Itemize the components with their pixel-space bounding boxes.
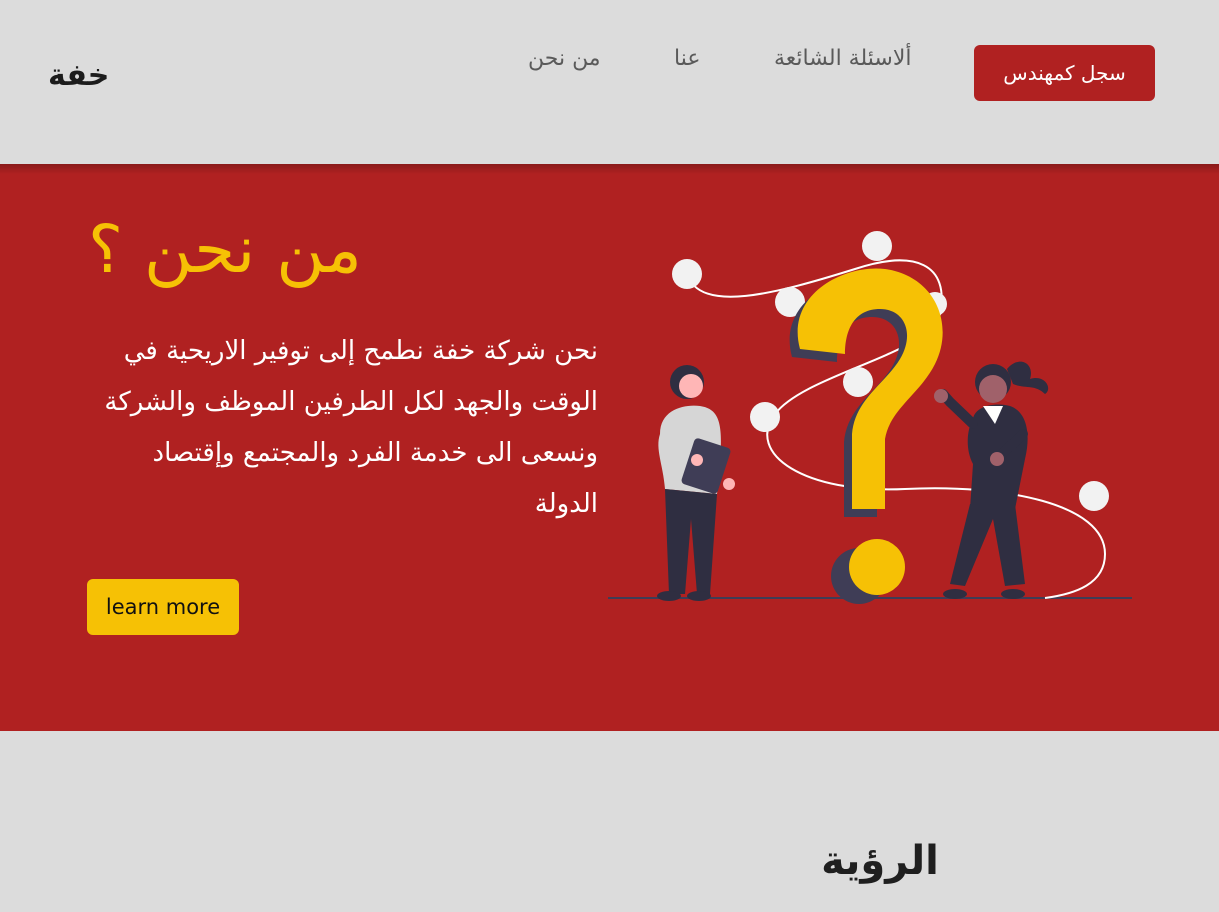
- nav-link-faq[interactable]: ألاسئلة الشائعة: [774, 46, 911, 71]
- hero-section: من نحن ؟ نحن شركة خفة نطمح إلى توفير الا…: [0, 164, 1219, 731]
- learn-more-button[interactable]: learn more: [87, 579, 239, 635]
- brand-logo[interactable]: خفة: [48, 58, 109, 93]
- hero-description: نحن شركة خفة نطمح إلى توفير الاريحية في …: [104, 336, 598, 519]
- register-engineer-button[interactable]: سجل كمهندس: [974, 45, 1155, 101]
- question-mark-illustration: [608, 231, 1132, 604]
- navbar: خفة من نحن عنا ألاسئلة الشائعة سجل كمهند…: [0, 0, 1219, 164]
- vision-heading: الرؤية: [821, 838, 939, 884]
- hero-title: من نحن ؟: [88, 211, 362, 288]
- nav-link-about[interactable]: عنا: [674, 46, 700, 71]
- nav-link-about-us[interactable]: من نحن: [528, 46, 601, 71]
